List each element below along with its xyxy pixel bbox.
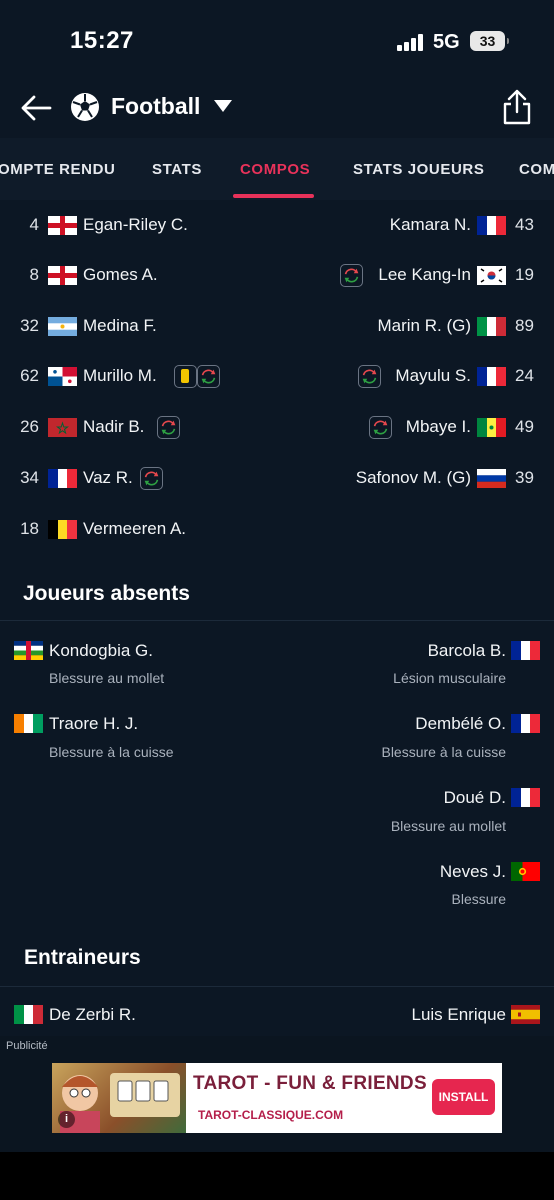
absent-player-reason: Lésion musculaire	[393, 670, 506, 686]
absent-player-name: Neves J.	[439, 862, 506, 881]
player-number: 18	[20, 519, 39, 538]
france-flag-icon	[511, 714, 540, 733]
tab-stats-joueurs[interactable]: STATS JOUEURS	[353, 161, 484, 178]
italy-flag-icon	[14, 1005, 43, 1024]
absent-player-reason: Blessure au mollet	[390, 818, 506, 834]
senegal-flag-icon	[477, 418, 506, 437]
football-icon	[71, 93, 99, 121]
ad-label: Publicité	[6, 1040, 48, 1052]
player-name: Lee Kang-In	[378, 265, 471, 284]
russia-flag-icon	[477, 469, 506, 488]
substitution-icon	[358, 365, 381, 388]
ad-info-icon[interactable]: i	[58, 1111, 75, 1128]
status-bar: 15:27 5G 33	[0, 0, 554, 80]
tab-compte-rendu[interactable]: OMPTE RENDU	[0, 161, 115, 178]
player-name: Kamara N.	[389, 215, 471, 234]
coaches-section-title: Entraineurs	[24, 946, 141, 969]
france-flag-icon	[477, 216, 506, 235]
ad-image: i	[52, 1063, 186, 1133]
italy-flag-icon	[477, 317, 506, 336]
substitution-icon	[340, 264, 363, 287]
france-flag-icon	[477, 367, 506, 386]
share-icon[interactable]	[500, 88, 534, 126]
coach-name: De Zerbi R.	[49, 1005, 136, 1024]
lineup-row-away[interactable]: Lee Kang-In 19	[0, 256, 554, 296]
status-time: 15:27	[70, 27, 134, 54]
app-header: Football	[0, 80, 554, 138]
lineup-row-away[interactable]: Mbaye I. 49	[0, 408, 554, 448]
dropdown-caret-icon[interactable]	[214, 100, 232, 112]
absent-player-name: Barcola B.	[427, 641, 506, 660]
install-button[interactable]: INSTALL	[432, 1079, 495, 1115]
signal-icon	[397, 33, 425, 51]
tab-compos[interactable]: COMPOS	[240, 161, 310, 178]
network-type: 5G	[433, 31, 460, 53]
absent-player-reason: Blessure au mollet	[49, 670, 165, 686]
ad-area: Publicité i TAROT - FUN & FRIENDS TAROT-…	[0, 1036, 554, 1152]
player-number: 49	[515, 417, 534, 436]
coach-name: Luis Enrique	[411, 1005, 506, 1024]
tab-stats[interactable]: STATS	[152, 161, 202, 178]
central-african-republic-flag-icon	[14, 641, 43, 660]
ad-title: TAROT - FUN & FRIENDS	[193, 1073, 427, 1094]
south-korea-flag-icon	[477, 266, 506, 285]
player-name: Safonov M. (G)	[355, 468, 471, 487]
player-number: 39	[515, 468, 534, 487]
absent-player-name: Kondogbia G.	[49, 641, 153, 660]
battery-icon: 33	[470, 31, 509, 51]
player-number: 19	[515, 265, 534, 284]
absent-player-reason: Blessure à la cuisse	[381, 744, 506, 760]
france-flag-icon	[511, 788, 540, 807]
france-flag-icon	[511, 641, 540, 660]
player-name: Marin R. (G)	[377, 316, 472, 335]
substitution-icon	[369, 416, 392, 439]
absent-section-title: Joueurs absents	[23, 582, 190, 605]
section-divider	[0, 620, 554, 621]
active-tab-indicator	[233, 194, 314, 198]
tab-comments[interactable]: COM	[519, 161, 554, 178]
portugal-flag-icon	[511, 862, 540, 881]
spain-flag-icon	[511, 1005, 540, 1024]
back-arrow-icon[interactable]	[18, 90, 54, 126]
lineup-row-away[interactable]: Kamara N. 43	[0, 206, 554, 246]
absent-player-reason: Blessure à la cuisse	[49, 744, 174, 760]
player-number: 89	[515, 316, 534, 335]
lineup-row-home[interactable]: 18 Vermeeren A.	[0, 510, 554, 550]
ad-url: TAROT-CLASSIQUE.COM	[198, 1108, 344, 1122]
absent-player-reason: Blessure	[451, 891, 506, 907]
player-number: 24	[515, 366, 534, 385]
section-divider	[0, 986, 554, 987]
absent-player-name: Dembélé O.	[415, 714, 506, 733]
lineup-row-away[interactable]: Marin R. (G) 89	[0, 307, 554, 347]
ivory-coast-flag-icon	[14, 714, 43, 733]
ad-banner[interactable]: i TAROT - FUN & FRIENDS TAROT-CLASSIQUE.…	[52, 1063, 502, 1133]
player-name: Mayulu S.	[395, 366, 471, 385]
absent-player-name: Doué D.	[443, 788, 506, 807]
lineup-row-away[interactable]: Safonov M. (G) 39	[0, 459, 554, 499]
absent-player-name: Traore H. J.	[49, 714, 139, 733]
player-name: Vermeeren A.	[83, 519, 187, 538]
sport-title[interactable]: Football	[111, 93, 200, 120]
belgium-flag-icon	[48, 520, 77, 539]
tab-bar: OMPTE RENDU STATS COMPOS STATS JOUEURS C…	[0, 138, 554, 200]
app-screen: 15:27 5G 33 Football OMPTE RENDU STATS C…	[0, 0, 554, 1152]
lineup-row-away[interactable]: Mayulu S. 24	[0, 357, 554, 397]
player-number: 43	[515, 215, 534, 234]
player-name: Mbaye I.	[405, 417, 471, 436]
